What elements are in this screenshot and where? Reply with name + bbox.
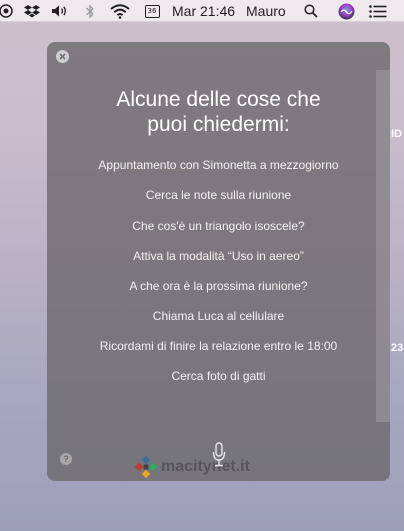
suggestion-item[interactable]: Cerca foto di gatti [47, 369, 390, 383]
close-button[interactable] [56, 50, 69, 63]
record-icon[interactable] [0, 0, 14, 22]
menubar-user[interactable]: Mauro [246, 0, 286, 22]
suggestion-item[interactable]: Chiama Luca al cellulare [47, 309, 390, 323]
watermark-text: macitynet.it [161, 458, 250, 475]
search-icon[interactable] [302, 0, 320, 22]
siri-title-line-1: Alcune delle cose che [116, 88, 321, 111]
siri-panel: Alcune delle cose che puoi chiedermi: Ap… [47, 42, 390, 481]
siri-title: Alcune delle cose che puoi chiedermi: [47, 87, 390, 137]
suggestion-item[interactable]: Attiva la modalità “Uso in aereo” [47, 249, 390, 263]
siri-icon[interactable] [336, 0, 356, 22]
suggestion-item[interactable]: A che ora è la prossima riunione? [47, 279, 390, 293]
close-icon [59, 53, 66, 60]
microphone-icon [212, 442, 226, 467]
siri-title-line-2: puoi chiedermi: [147, 113, 290, 136]
menubar-clock[interactable]: Mar 21:46 [172, 0, 235, 22]
menu-bar: 36 Mar 21:46 Mauro [0, 0, 404, 22]
list-icon[interactable] [368, 0, 388, 22]
calendar-day: 36 [147, 6, 157, 15]
wifi-icon[interactable] [109, 0, 131, 22]
suggestion-item[interactable]: Ricordami di finire la relazione entro l… [47, 339, 390, 353]
bluetooth-icon[interactable] [83, 0, 97, 22]
suggestion-item[interactable]: Che cos'è un triangolo isoscele? [47, 219, 390, 233]
help-icon: ? [63, 454, 69, 464]
dropbox-icon[interactable] [23, 0, 41, 22]
desktop-item-label: 23 [391, 342, 404, 354]
volume-icon[interactable] [50, 0, 70, 22]
microphone-button[interactable] [212, 442, 226, 473]
scrollbar[interactable] [376, 70, 390, 422]
suggestion-item[interactable]: Cerca le note sulla riunione [47, 188, 390, 202]
suggestion-item[interactable]: Appuntamento con Simonetta a mezzogiorno [47, 158, 390, 172]
help-button[interactable]: ? [60, 453, 72, 465]
calendar-icon[interactable]: 36 [143, 0, 161, 22]
watermark-logo-icon [135, 456, 157, 478]
desktop-item-label: ID [391, 128, 402, 140]
watermark: macitynet.it [135, 456, 250, 478]
